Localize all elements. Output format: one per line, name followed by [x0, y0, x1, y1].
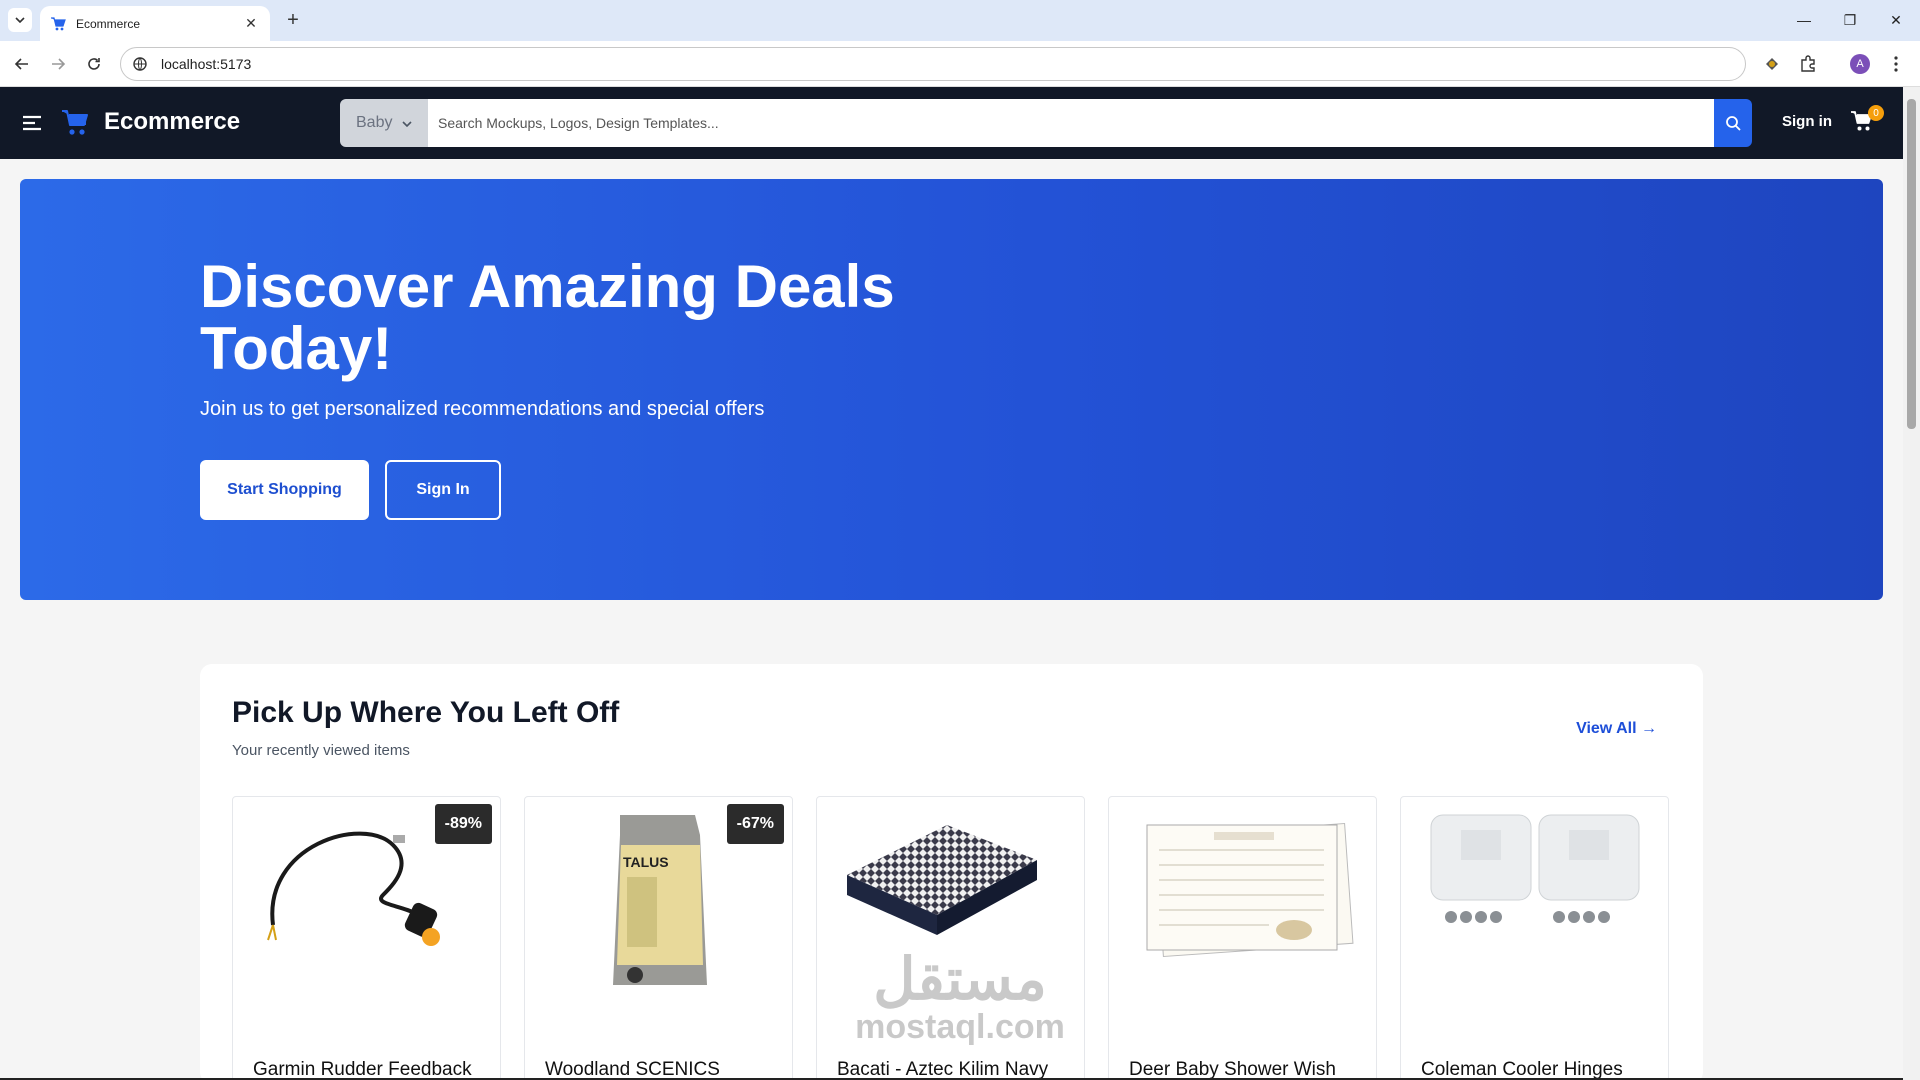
header-signin-link[interactable]: Sign in: [1782, 113, 1832, 130]
discount-badge: -67%: [726, 804, 784, 844]
back-button[interactable]: [8, 50, 36, 78]
reload-button[interactable]: [80, 50, 108, 78]
section-subtitle: Your recently viewed items: [232, 742, 410, 759]
reload-icon: [88, 58, 100, 70]
hero-banner: Discover Amazing Deals Today! Join us to…: [20, 179, 1883, 600]
new-tab-button[interactable]: +: [281, 8, 305, 32]
url-text: localhost:5173: [161, 56, 252, 72]
category-value: Baby: [356, 114, 393, 131]
forward-arrow-icon: [52, 58, 66, 70]
search-bar: Baby: [340, 99, 1752, 147]
search-button[interactable]: [1714, 99, 1752, 147]
section-title: Pick Up Where You Left Off: [232, 696, 620, 729]
menu-hamburger-icon[interactable]: [20, 111, 44, 135]
recently-viewed-section: Pick Up Where You Left Off Your recently…: [200, 664, 1703, 1080]
product-title[interactable]: Deer Baby Shower Wish: [1129, 1059, 1336, 1080]
brand-name[interactable]: Ecommerce: [104, 108, 240, 136]
forward-button[interactable]: [44, 50, 72, 78]
search-input[interactable]: [428, 99, 1714, 147]
start-shopping-button[interactable]: Start Shopping: [200, 460, 369, 520]
restore-icon[interactable]: ❐: [1834, 6, 1866, 34]
browser-toolbar: localhost:5173 A: [0, 41, 1920, 87]
browser-menu-icon[interactable]: [1882, 50, 1910, 78]
browser-tab-bar: Ecommerce ✕ + — ❐ ✕: [0, 0, 1920, 41]
hinges-product-image: [1430, 814, 1640, 923]
product-card[interactable]: Bacati - Aztec Kilim Navy: [816, 796, 1085, 1080]
tab-search-button[interactable]: [8, 8, 32, 32]
hero-title: Discover Amazing Deals Today!: [200, 253, 895, 382]
cart-count-badge: 0: [1868, 105, 1884, 121]
site-info-icon[interactable]: [133, 56, 149, 72]
hero-signin-button[interactable]: Sign In: [385, 460, 501, 520]
product-title[interactable]: Garmin Rudder Feedback: [253, 1059, 472, 1080]
scrollbar-thumb[interactable]: [1907, 99, 1916, 429]
extension-icon[interactable]: [1758, 50, 1786, 78]
product-card[interactable]: Deer Baby Shower Wish: [1108, 796, 1377, 1080]
back-arrow-icon: [14, 58, 28, 70]
crib-mattress-product-image: [847, 825, 1037, 935]
browser-tab[interactable]: Ecommerce ✕: [40, 6, 270, 41]
chevron-down-icon: [15, 17, 25, 23]
site-header: Ecommerce Baby Sign in 0: [0, 87, 1903, 159]
product-card[interactable]: TALUS -67% Woodland SCENICS: [524, 796, 793, 1080]
close-tab-icon[interactable]: ✕: [242, 15, 260, 32]
view-all-link[interactable]: View All →: [1576, 720, 1657, 738]
search-icon: [1726, 116, 1741, 131]
chevron-down-icon: [402, 114, 413, 132]
tab-title: Ecommerce: [76, 16, 141, 31]
product-card[interactable]: Coleman Cooler Hinges: [1400, 796, 1669, 1080]
close-window-icon[interactable]: ✕: [1880, 6, 1912, 34]
category-select[interactable]: Baby: [340, 99, 428, 147]
page-scrollbar[interactable]: [1903, 87, 1920, 1080]
avatar-letter: A: [1850, 54, 1870, 74]
svg-text:TALUS: TALUS: [623, 854, 669, 870]
extensions-puzzle-icon[interactable]: [1794, 50, 1822, 78]
profile-avatar[interactable]: A: [1846, 50, 1874, 78]
hero-subtitle: Join us to get personalized recommendati…: [200, 398, 765, 420]
logo-cart-icon[interactable]: [60, 107, 90, 137]
address-bar[interactable]: localhost:5173: [120, 47, 1746, 81]
wish-cards-product-image: [1146, 822, 1354, 958]
product-title[interactable]: Coleman Cooler Hinges: [1421, 1059, 1623, 1080]
cart-favicon-icon: [50, 16, 66, 32]
product-title[interactable]: Bacati - Aztec Kilim Navy: [837, 1059, 1048, 1080]
discount-badge: -89%: [434, 804, 492, 844]
product-title[interactable]: Woodland SCENICS: [545, 1059, 720, 1080]
product-card[interactable]: -89% Garmin Rudder Feedback: [232, 796, 501, 1080]
minimize-icon[interactable]: —: [1788, 6, 1820, 34]
cart-button[interactable]: 0: [1850, 105, 1884, 137]
